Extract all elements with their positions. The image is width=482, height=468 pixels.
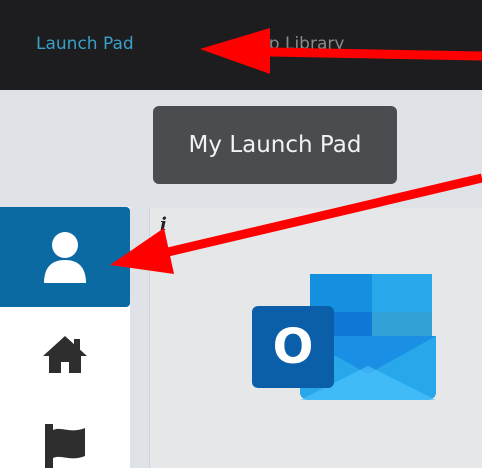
arrow-to-user-button bbox=[110, 173, 482, 274]
arrow-to-launch-pad bbox=[200, 28, 482, 74]
annotation-arrows bbox=[110, 28, 482, 274]
